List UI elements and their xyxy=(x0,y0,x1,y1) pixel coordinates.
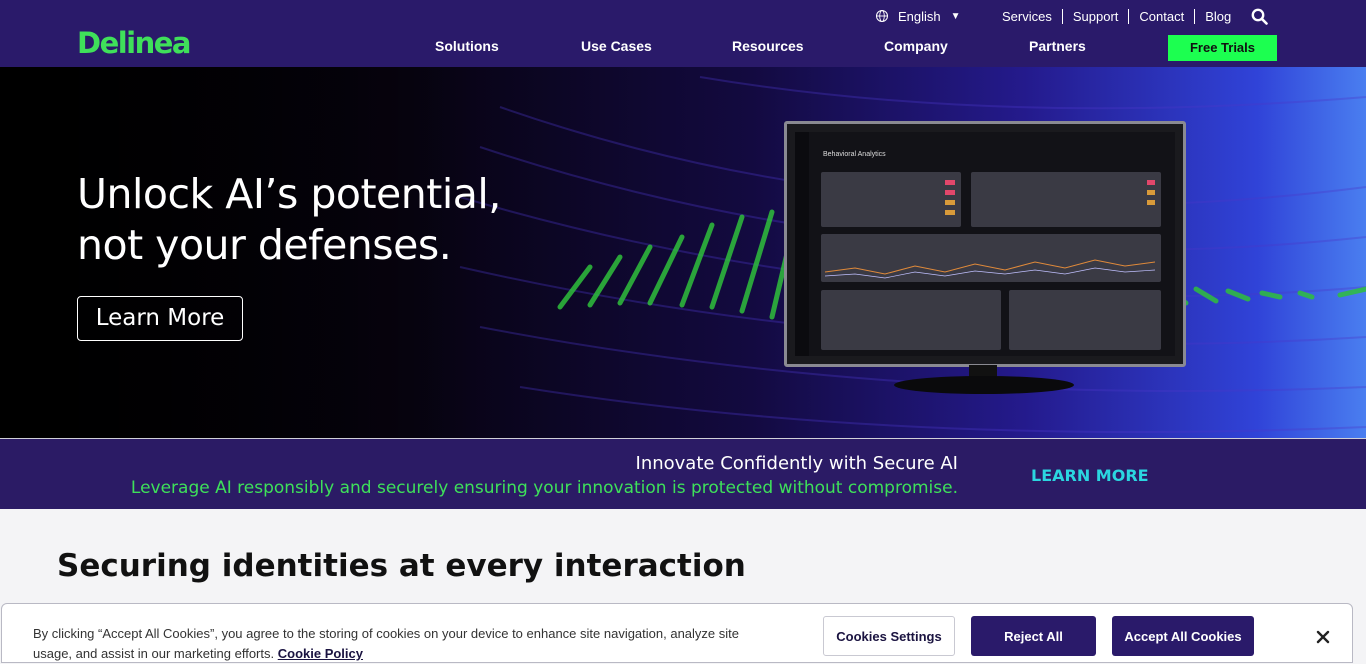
utility-links: Services Support Contact Blog xyxy=(992,9,1241,24)
promo-banner: Innovate Confidently with Secure AI Leve… xyxy=(0,438,1366,509)
utility-link-services[interactable]: Services xyxy=(992,9,1062,24)
utility-link-contact[interactable]: Contact xyxy=(1128,9,1194,24)
cookies-settings-button[interactable]: Cookies Settings xyxy=(823,616,955,656)
dashboard-art: Behavioral Analytics xyxy=(795,132,1161,356)
hero-headline: Unlock AI’s potential, not your defenses… xyxy=(77,169,501,271)
nav-solutions[interactable]: Solutions xyxy=(435,38,499,54)
monitor-illustration: Behavioral Analytics xyxy=(784,121,1186,367)
nav-use-cases[interactable]: Use Cases xyxy=(581,38,652,54)
search-icon[interactable] xyxy=(1251,8,1268,25)
cookie-text: By clicking “Accept All Cookies”, you ag… xyxy=(33,626,739,661)
cookie-policy-link[interactable]: Cookie Policy xyxy=(278,646,363,661)
section-heading: Securing identities at every interaction xyxy=(57,548,746,584)
language-selector[interactable]: English ▼ xyxy=(876,8,961,24)
site-header: Delinea English ▼ Services Support Conta… xyxy=(0,0,1366,67)
cookie-text-block: By clicking “Accept All Cookies”, you ag… xyxy=(33,624,753,664)
dashboard-screenshot: Behavioral Analytics xyxy=(795,132,1175,356)
nav-partners[interactable]: Partners xyxy=(1029,38,1086,54)
screen-title: Behavioral Analytics xyxy=(823,151,886,158)
nav-company[interactable]: Company xyxy=(884,38,948,54)
globe-icon xyxy=(876,10,888,22)
free-trials-button[interactable]: Free Trials xyxy=(1168,35,1277,61)
close-icon[interactable] xyxy=(1315,629,1331,645)
nav-resources[interactable]: Resources xyxy=(732,38,804,54)
hero-learn-more-button[interactable]: Learn More xyxy=(77,296,243,341)
banner-title: Innovate Confidently with Secure AI xyxy=(635,453,958,474)
reject-all-button[interactable]: Reject All xyxy=(971,616,1096,656)
banner-learn-more-link[interactable]: LEARN MORE xyxy=(1031,466,1149,485)
monitor-stand xyxy=(894,365,1074,394)
utility-link-blog[interactable]: Blog xyxy=(1194,9,1241,24)
utility-link-support[interactable]: Support xyxy=(1061,9,1129,24)
accept-all-cookies-button[interactable]: Accept All Cookies xyxy=(1112,616,1254,656)
hero-headline-line2: not your defenses. xyxy=(77,221,452,269)
banner-subtitle: Leverage AI responsibly and securely ens… xyxy=(130,478,958,498)
hero-headline-line1: Unlock AI’s potential, xyxy=(77,170,501,218)
caret-down-icon: ▼ xyxy=(950,10,961,22)
delinea-logo[interactable]: Delinea xyxy=(77,26,192,60)
language-label: English xyxy=(898,8,941,24)
cookie-consent-banner: By clicking “Accept All Cookies”, you ag… xyxy=(1,603,1353,663)
hero-section: Behavioral Analytics Unlock AI’s potenti… xyxy=(0,67,1366,438)
